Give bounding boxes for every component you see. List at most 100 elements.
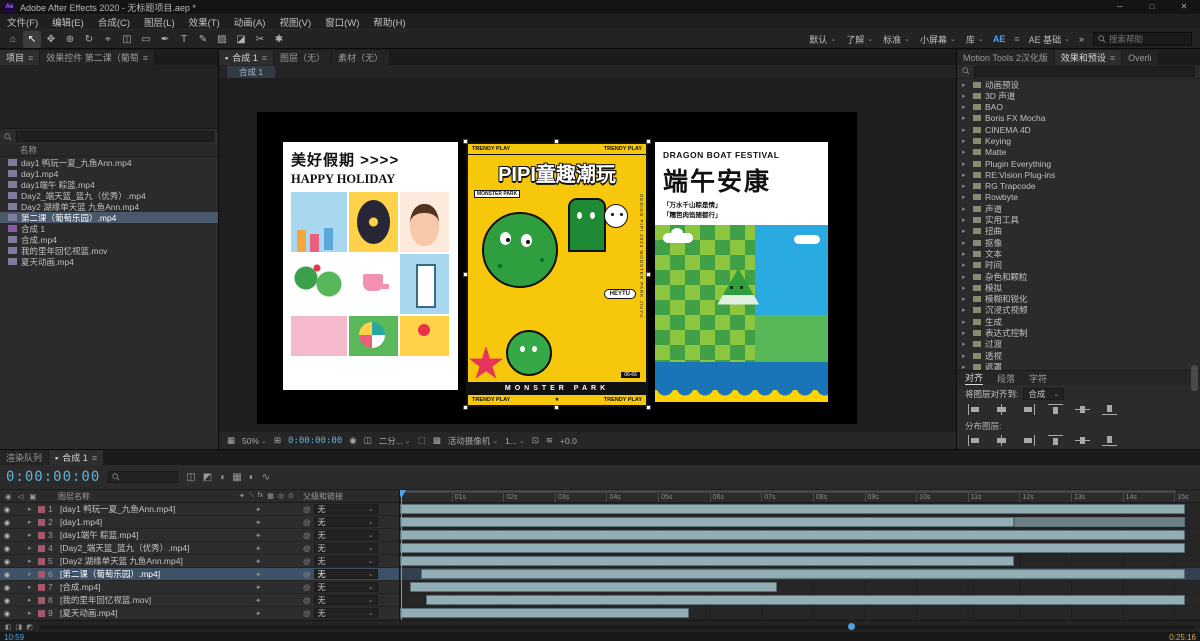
effects-category[interactable]: ▸时间 xyxy=(957,260,1200,271)
layer-duration-bar[interactable] xyxy=(400,608,689,618)
brush-tool[interactable]: ✎ xyxy=(194,31,212,48)
frame-blending-icon[interactable]: ▦ xyxy=(232,472,241,483)
effects-category[interactable]: ▸CINEMA 4D xyxy=(957,124,1200,135)
panel-menu-icon[interactable]: ≡ xyxy=(1110,53,1115,63)
panel-menu-icon[interactable]: ≡ xyxy=(28,53,33,63)
poster-pipi-selected[interactable]: TRENDY PLAY TRENDY PLAY PIPI童趣潮玩 MONSTER… xyxy=(466,142,648,407)
layer-row[interactable]: ◉▸9[夏天动画.mp4]✦@无⌄ xyxy=(0,607,399,620)
effects-category[interactable]: ▸生成 xyxy=(957,316,1200,327)
pickwhip-icon[interactable]: @ xyxy=(303,544,311,553)
align-left-icon[interactable] xyxy=(967,404,982,415)
selection-handle[interactable] xyxy=(646,272,651,277)
pickwhip-icon[interactable]: @ xyxy=(303,583,311,592)
camera-dropdown[interactable]: 活动摄像机 ⌄ xyxy=(448,435,498,447)
workspace-overflow-button[interactable]: » xyxy=(1079,34,1084,44)
snapshot-icon[interactable]: ◉ xyxy=(349,435,356,446)
layer-label-color[interactable] xyxy=(38,558,48,565)
pickwhip-icon[interactable]: @ xyxy=(303,518,311,527)
project-item[interactable]: 第二课（葡萄乐园）.mp4 xyxy=(0,212,218,223)
show-snapshot-icon[interactable]: ◫ xyxy=(364,435,372,446)
pickwhip-icon[interactable]: @ xyxy=(303,531,311,540)
tab-overlord[interactable]: Overli xyxy=(1122,50,1158,65)
visibility-icon[interactable]: ◉ xyxy=(0,544,14,553)
layer-row[interactable]: ◉▸7[合成.mp4]✦@无⌄ xyxy=(0,581,399,594)
draft-3d-icon[interactable]: ◩ xyxy=(203,472,212,483)
layer-track[interactable] xyxy=(400,581,1200,594)
layer-label-color[interactable] xyxy=(38,571,48,578)
parent-dropdown[interactable]: 无⌄ xyxy=(314,504,378,514)
align-to-dropdown[interactable]: 合成 ⌄ xyxy=(1023,388,1064,400)
project-item[interactable]: 我的里年回忆视篮.mov xyxy=(0,245,218,256)
chevron-right-icon[interactable]: ▸ xyxy=(28,505,38,513)
tab-effects-presets[interactable]: 效果和预设 ≡ xyxy=(1055,50,1121,65)
layer-duration-bar[interactable] xyxy=(421,569,1185,579)
region-of-interest-icon[interactable]: ⬚ xyxy=(418,435,426,446)
effects-category[interactable]: ▸BAO xyxy=(957,101,1200,112)
exposure-value[interactable]: +0.0 xyxy=(560,436,577,446)
selection-tool[interactable]: ↖ xyxy=(23,31,41,48)
layer-track[interactable] xyxy=(400,529,1200,542)
layer-duration-bar[interactable] xyxy=(400,530,1185,540)
effects-category[interactable]: ▸声道 xyxy=(957,203,1200,214)
parent-dropdown[interactable]: 无⌄ xyxy=(314,556,378,566)
visibility-icon[interactable]: ◉ xyxy=(0,557,14,566)
menu-item[interactable]: 合成(C) xyxy=(91,15,137,29)
hand-tool[interactable]: ✥ xyxy=(42,31,60,48)
menu-item[interactable]: 帮助(H) xyxy=(366,15,412,29)
tab-effect-controls[interactable]: 效果控件 第二课（葡萄 ≡ xyxy=(40,50,154,65)
tab-timeline-comp[interactable]: ▪ 合成 1 ≡ xyxy=(49,450,103,465)
distribute-top-icon[interactable] xyxy=(967,435,982,446)
layer-row[interactable]: ◉▸1[day1 鸭玩一夏_九鱼Ann.mp4]✦@无⌄ xyxy=(0,503,399,516)
effects-category[interactable]: ▸Rowbyte xyxy=(957,192,1200,203)
menu-item[interactable]: 图层(L) xyxy=(137,15,182,29)
chevron-right-icon[interactable]: ▸ xyxy=(28,570,38,578)
effects-category[interactable]: ▸动画预设 xyxy=(957,79,1200,90)
effects-category[interactable]: ▸沉浸式视频 xyxy=(957,305,1200,316)
selection-handle[interactable] xyxy=(463,272,468,277)
effects-category[interactable]: ▸模拟 xyxy=(957,282,1200,293)
roto-brush-tool[interactable]: ✂ xyxy=(251,31,269,48)
distribute-left-icon[interactable] xyxy=(1048,435,1063,446)
effects-category[interactable]: ▸RG Trapcode xyxy=(957,181,1200,192)
project-item[interactable]: 合成.mp4 xyxy=(0,234,218,245)
layer-row[interactable]: ◉▸3[day1端午 粽篮.mp4]✦@无⌄ xyxy=(0,529,399,542)
chevron-right-icon[interactable]: ▸ xyxy=(28,544,38,552)
playhead[interactable] xyxy=(401,490,402,620)
poster-pipi[interactable]: TRENDY PLAY TRENDY PLAY PIPI童趣潮玩 MONSTER… xyxy=(466,142,648,407)
layer-duration-bar[interactable] xyxy=(400,543,1185,553)
visibility-icon[interactable]: ◉ xyxy=(0,518,14,527)
project-item[interactable]: day1端午 粽篮.mp4 xyxy=(0,179,218,190)
layer-label-color[interactable] xyxy=(38,532,48,539)
visibility-icon[interactable]: ◉ xyxy=(0,583,14,592)
effects-category[interactable]: ▸抠像 xyxy=(957,237,1200,248)
view-layout-dropdown[interactable]: 1... ⌄ xyxy=(505,436,525,446)
composition-canvas[interactable]: 美好假期 >>>> HAPPY HOLIDAY xyxy=(257,112,857,424)
distribute-vertical-center-icon[interactable] xyxy=(994,435,1009,446)
visibility-icon[interactable]: ◉ xyxy=(0,570,14,579)
layer-switches[interactable]: ✦ xyxy=(251,518,303,527)
transparency-grid-icon[interactable]: ▩ xyxy=(433,435,441,446)
layer-label-color[interactable] xyxy=(38,597,48,604)
selection-handle[interactable] xyxy=(646,405,651,410)
menu-item[interactable]: 编辑(E) xyxy=(45,15,91,29)
panel-menu-icon[interactable]: ≡ xyxy=(1014,34,1019,44)
effects-category[interactable]: ▸过渡 xyxy=(957,339,1200,350)
viewer-time-display[interactable]: 0:00:00:00 xyxy=(288,436,342,446)
minimize-button[interactable]: ─ xyxy=(1104,0,1136,14)
layer-track[interactable] xyxy=(400,516,1200,529)
layer-track[interactable] xyxy=(400,568,1200,581)
workspace-item[interactable]: 标准⌄ xyxy=(883,33,910,46)
layer-name-column-header[interactable]: 图层名称 xyxy=(58,491,239,502)
menu-item[interactable]: 窗口(W) xyxy=(318,15,366,29)
timeline-ruler[interactable]: 01s02s03s04s05s06s07s08s09s10s11s12s13s1… xyxy=(400,490,1200,503)
pickwhip-icon[interactable]: @ xyxy=(303,570,311,579)
project-search-input[interactable] xyxy=(16,131,214,142)
grid-guides-icon[interactable]: ⊞ xyxy=(274,435,281,446)
tab-render-queue[interactable]: 渲染队列 xyxy=(0,450,48,465)
fast-preview-icon[interactable]: ≋ xyxy=(546,435,553,446)
layer-switches[interactable]: ✦ xyxy=(251,596,303,605)
layer-label-color[interactable] xyxy=(38,610,48,617)
selection-handle[interactable] xyxy=(463,405,468,410)
magnification-icon[interactable]: ▦ xyxy=(227,435,235,446)
effects-category[interactable]: ▸遮罩 xyxy=(957,361,1200,370)
